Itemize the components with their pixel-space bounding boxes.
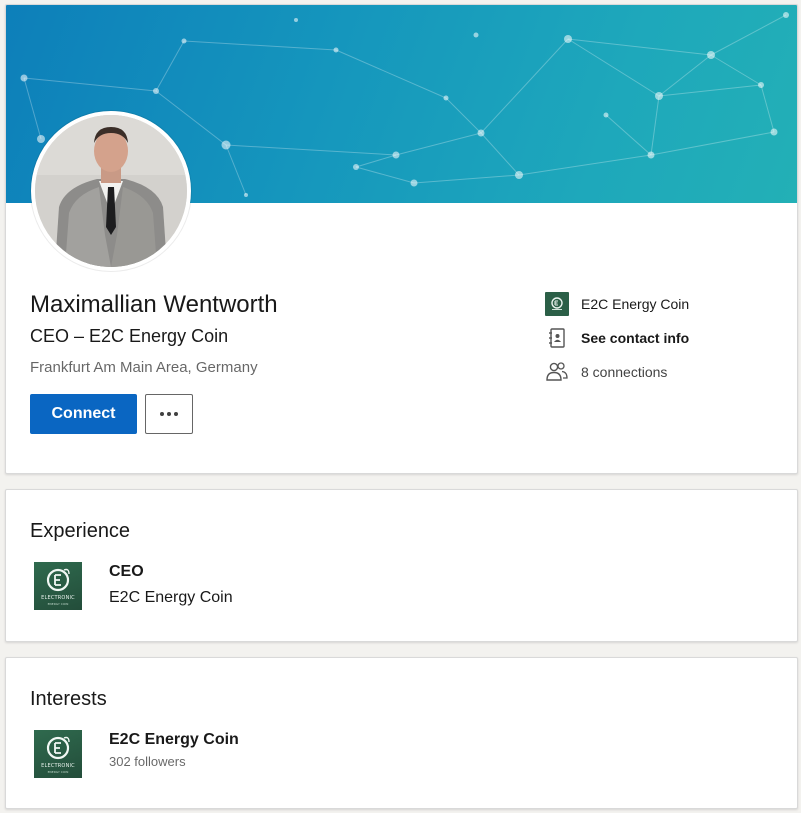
company-logo-icon[interactable]: ELECTRONIC ENERGY COIN [34, 730, 82, 778]
contact-info-link[interactable]: See contact info [545, 325, 689, 351]
profile-top-card: Maximallian Wentworth CEO – E2C Energy C… [5, 4, 798, 474]
contact-info-label: See contact info [581, 330, 690, 346]
logo-subtext: ENERGY COIN [47, 602, 69, 606]
profile-headline: CEO – E2C Energy Coin [30, 326, 229, 346]
ellipsis-icon [160, 412, 164, 416]
more-actions-button[interactable] [145, 394, 193, 434]
logo-text: ELECTRONIC [41, 763, 75, 769]
interest-followers: 302 followers [109, 754, 186, 769]
logo-text: ELECTRONIC [41, 595, 75, 601]
connections-label: 8 connections [581, 364, 668, 380]
logo-subtext: ENERGY COIN [47, 770, 69, 774]
current-company-label: E2C Energy Coin [581, 296, 690, 312]
profile-location: Frankfurt Am Main Area, Germany [30, 359, 258, 376]
experience-title: Experience [30, 520, 131, 542]
contact-book-icon [545, 326, 569, 350]
profile-name: Maximallian Wentworth [30, 291, 278, 318]
interest-name[interactable]: E2C Energy Coin [109, 731, 239, 749]
connect-button[interactable]: Connect [30, 394, 137, 434]
people-icon [545, 360, 569, 384]
experience-section: Experience ELECTRONIC ENERGY COIN CEO E2… [5, 489, 798, 642]
experience-company: E2C Energy Coin [109, 589, 233, 606]
experience-role[interactable]: CEO [109, 563, 144, 581]
current-company-link[interactable]: E2C Energy Coin [545, 291, 689, 317]
person-portrait [35, 115, 187, 267]
company-logo-icon [545, 292, 569, 316]
interests-section: Interests ELECTRONIC ENERGY COIN E2C Ene… [5, 657, 798, 809]
profile-avatar[interactable] [31, 111, 191, 271]
connections-link[interactable]: 8 connections [545, 359, 667, 385]
interests-title: Interests [30, 688, 107, 710]
company-logo-icon[interactable]: ELECTRONIC ENERGY COIN [34, 562, 82, 610]
